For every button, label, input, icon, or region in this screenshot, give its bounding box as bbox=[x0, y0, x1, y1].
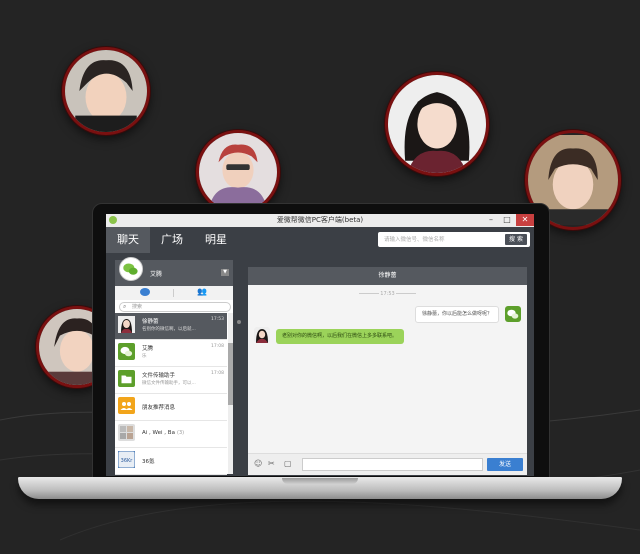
search-input[interactable]: 请输入微信号、微信名称 搜 索 bbox=[378, 232, 530, 247]
contact-time: 17:08 bbox=[211, 371, 224, 376]
avatar-photo-2 bbox=[196, 130, 280, 214]
contact-list: 徐静蕾 名别你的微信啊，以后就... 17:53 艾腾 乐 17:08 文件传输… bbox=[115, 313, 227, 475]
top-nav: 聊天 广场 明星 请输入微信号、微信名称 搜 索 bbox=[106, 227, 534, 253]
scrollbar-thumb[interactable] bbox=[228, 343, 233, 405]
timestamp-text: 17:53 bbox=[380, 291, 395, 297]
send-button[interactable]: 发送 bbox=[487, 458, 523, 471]
36kr-logo-icon: 36Kr bbox=[118, 451, 135, 468]
contact-tabs: 👥 bbox=[115, 286, 233, 300]
contact-preview: 微信文件传输助手，可以... bbox=[142, 381, 196, 386]
tab-chat[interactable]: 聊天 bbox=[106, 227, 150, 253]
group-count: (3) bbox=[177, 430, 185, 436]
screenshot-icon[interactable]: ✂ bbox=[268, 460, 275, 468]
contact-time: 17:08 bbox=[211, 344, 224, 349]
avatar bbox=[505, 306, 521, 322]
input-bar: ☺ ✂ ▢ 发送 bbox=[248, 453, 527, 475]
folder-icon bbox=[118, 370, 135, 387]
avatar[interactable] bbox=[119, 257, 143, 281]
chat-bubble-icon[interactable] bbox=[140, 288, 150, 296]
contact-search-input[interactable]: ⌕ 搜索 bbox=[119, 302, 231, 312]
contact-search-placeholder: 搜索 bbox=[132, 304, 143, 310]
wechat-logo-icon bbox=[118, 343, 135, 360]
group-avatar-icon bbox=[118, 424, 135, 441]
list-item[interactable]: Ai , Wei , Ba (3) bbox=[115, 421, 227, 448]
message-input[interactable] bbox=[302, 458, 483, 471]
list-item[interactable]: 艾腾 乐 17:08 bbox=[115, 340, 227, 367]
avatar-photo-3 bbox=[385, 72, 489, 176]
tab-stars[interactable]: 明星 bbox=[194, 227, 238, 253]
title-bar: 爱微帮微信PC客户端(beta) – □ ✕ bbox=[106, 214, 534, 227]
list-item[interactable]: 朋友推荐消息 bbox=[115, 394, 227, 421]
dropdown-icon[interactable]: ▼ bbox=[221, 269, 229, 276]
laptop-notch bbox=[282, 478, 358, 484]
tab-square[interactable]: 广场 bbox=[150, 227, 194, 253]
contacts-panel: 艾腾 ▼ 👥 ⌕ 搜索 徐静蕾 名别你的微信啊，以后就... 17:53 艾腾 … bbox=[115, 257, 233, 475]
contacts-icon[interactable]: 👥 bbox=[197, 287, 207, 297]
contact-preview: 名别你的微信啊，以后就... bbox=[142, 327, 196, 332]
list-item[interactable]: 文件传输助手 微信文件传输助手，可以... 17:08 bbox=[115, 367, 227, 394]
list-item[interactable]: 徐静蕾 名别你的微信啊，以后就... 17:53 bbox=[115, 313, 227, 340]
emoji-icon[interactable]: ☺ bbox=[254, 460, 262, 468]
panel-divider[interactable] bbox=[237, 260, 241, 474]
profile-header: 艾腾 ▼ bbox=[115, 257, 233, 286]
message-timestamp: 17:53 bbox=[248, 291, 527, 297]
contact-name: Ai , Wei , Ba bbox=[142, 430, 175, 436]
contact-name: 文件传输助手 bbox=[142, 373, 176, 379]
contact-time: 17:53 bbox=[211, 317, 224, 322]
contact-name: 艾腾 bbox=[142, 346, 154, 352]
message-area: 17:53 徐静蕾，你以后能怎么做呀呢？ 老别对你的微信啊，以后我们在微信上多多… bbox=[248, 285, 527, 453]
message-bubble-incoming: 老别对你的微信啊，以后我们在微信上多多联系吧。 bbox=[276, 329, 404, 344]
profile-name: 艾腾 bbox=[150, 271, 163, 278]
maximize-button[interactable]: □ bbox=[500, 214, 514, 226]
search-button[interactable]: 搜 索 bbox=[505, 234, 527, 245]
contact-name: 36氪 bbox=[142, 459, 155, 465]
avatar-photo-1 bbox=[62, 47, 150, 135]
search-placeholder: 请输入微信号、微信名称 bbox=[384, 237, 445, 243]
divider-handle[interactable] bbox=[237, 320, 241, 324]
contact-list-scrollbar[interactable] bbox=[228, 313, 233, 474]
wechat-logo-icon bbox=[120, 258, 142, 280]
svg-text:36Kr: 36Kr bbox=[121, 458, 134, 464]
avatar bbox=[254, 327, 270, 343]
search-icon: ⌕ bbox=[123, 303, 127, 310]
chat-panel: 徐静蕾 17:53 徐静蕾，你以后能怎么做呀呢？ 老别对你的微信啊，以后我们在微… bbox=[248, 267, 527, 475]
avatar bbox=[118, 316, 135, 333]
contact-name: 朋友推荐消息 bbox=[142, 405, 176, 411]
friends-icon bbox=[118, 397, 135, 414]
close-button[interactable]: ✕ bbox=[516, 214, 534, 226]
app-window: 爱微帮微信PC客户端(beta) – □ ✕ 聊天 广场 明星 请输入微信号、微… bbox=[106, 214, 534, 476]
tab-divider bbox=[173, 289, 174, 297]
chat-header: 徐静蕾 bbox=[248, 267, 527, 285]
window-title: 爱微帮微信PC客户端(beta) bbox=[276, 216, 364, 224]
message-bubble-outgoing: 徐静蕾，你以后能怎么做呀呢？ bbox=[414, 306, 499, 323]
contact-name: 徐静蕾 bbox=[142, 319, 159, 325]
minimize-button[interactable]: – bbox=[484, 214, 498, 226]
contact-preview: 乐 bbox=[142, 354, 147, 359]
wechat-logo-icon bbox=[505, 306, 521, 322]
file-icon[interactable]: ▢ bbox=[284, 460, 292, 468]
list-item[interactable]: 36Kr 36氪 bbox=[115, 448, 227, 475]
